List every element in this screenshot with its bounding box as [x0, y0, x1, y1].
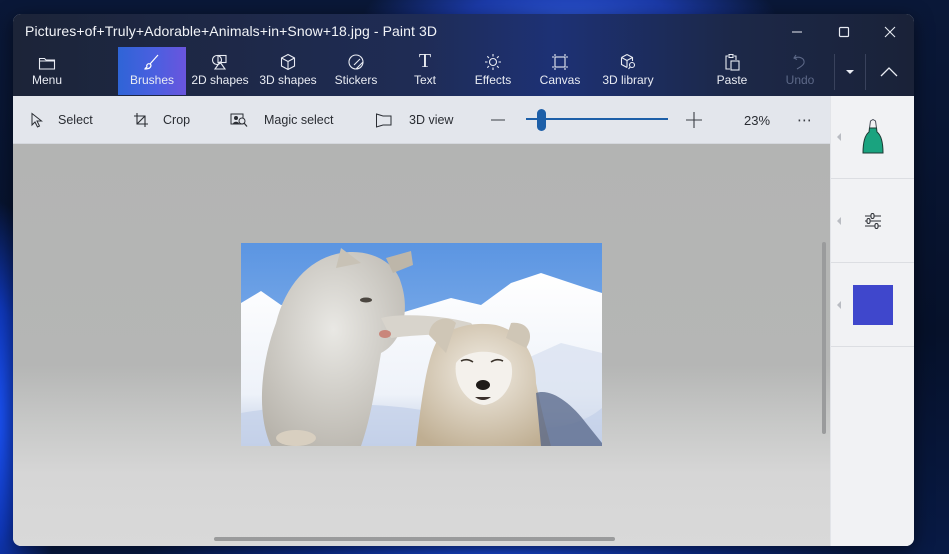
window-title: Pictures+of+Truly+Adorable+Animals+in+Sn… — [25, 23, 438, 39]
more-options-button[interactable]: ⋯ — [797, 96, 813, 144]
tab-canvas[interactable]: Canvas — [535, 47, 585, 95]
sun-icon — [484, 47, 502, 71]
3d-view-toggle[interactable]: 3D view — [375, 96, 453, 144]
caret-down-icon — [846, 70, 854, 74]
select-label: Select — [58, 113, 93, 127]
tab-stickers[interactable]: Stickers — [329, 47, 383, 95]
close-button[interactable] — [867, 18, 913, 46]
canvas-image[interactable] — [241, 243, 602, 446]
3d-library-icon — [619, 47, 637, 71]
tab-brushes[interactable]: Brushes — [118, 47, 186, 95]
plus-icon — [686, 112, 702, 128]
3d-view-icon — [375, 112, 393, 128]
maximize-button[interactable] — [821, 18, 867, 46]
color-swatch[interactable] — [853, 285, 893, 325]
tab-3d-library-label: 3D library — [602, 73, 654, 87]
text-glyph: T — [418, 50, 432, 72]
crop-tool[interactable]: Crop — [133, 96, 190, 144]
tab-effects[interactable]: Effects — [468, 47, 518, 95]
minus-icon — [491, 119, 505, 121]
brush-settings-cell[interactable] — [831, 180, 914, 263]
magic-select-label: Magic select — [264, 113, 334, 127]
horizontal-scrollbar[interactable] — [214, 537, 615, 541]
vertical-scrollbar[interactable] — [822, 242, 826, 434]
tab-brushes-label: Brushes — [129, 73, 175, 87]
canvas-workspace[interactable] — [13, 144, 830, 546]
tab-stickers-label: Stickers — [334, 73, 378, 87]
3d-view-label: 3D view — [409, 113, 454, 127]
title-bar: Pictures+of+Truly+Adorable+Animals+in+Sn… — [13, 14, 914, 96]
tab-3d-shapes[interactable]: 3D shapes — [256, 47, 320, 95]
history-dropdown-button[interactable] — [835, 54, 865, 90]
text-icon: T — [419, 47, 431, 71]
tab-3d-shapes-label: 3D shapes — [259, 73, 317, 87]
tab-2d-shapes[interactable]: 2D shapes — [188, 47, 252, 95]
menu-button[interactable]: Menu — [23, 47, 71, 95]
side-panel — [830, 96, 914, 546]
expand-caret-icon — [837, 217, 841, 225]
maximize-icon — [838, 26, 850, 38]
crop-label: Crop — [163, 113, 191, 127]
folder-icon — [38, 47, 56, 71]
minimize-button[interactable] — [774, 18, 820, 46]
cursor-icon — [30, 112, 44, 128]
magic-select-icon — [230, 112, 248, 128]
zoom-in-button[interactable] — [685, 96, 703, 144]
canvas-icon — [551, 47, 569, 71]
chevron-up-icon — [880, 67, 898, 77]
zoom-out-button[interactable] — [490, 96, 506, 144]
brush-preview-cell[interactable] — [831, 96, 914, 179]
marker-icon — [862, 119, 884, 154]
sliders-icon — [865, 213, 881, 229]
2d-shapes-icon — [211, 47, 229, 71]
zoom-slider[interactable] — [526, 108, 668, 132]
tab-effects-label: Effects — [474, 73, 512, 87]
tab-text-label: Text — [413, 73, 436, 87]
tab-canvas-label: Canvas — [539, 73, 581, 87]
cube-icon — [279, 47, 297, 71]
undo-button[interactable]: Undo — [778, 47, 822, 95]
brush-icon — [143, 47, 161, 71]
ribbon-divider — [865, 54, 866, 90]
menu-label: Menu — [31, 73, 63, 87]
clipboard-icon — [723, 47, 741, 71]
select-tool[interactable]: Select — [30, 96, 93, 144]
collapse-ribbon-button[interactable] — [869, 54, 909, 90]
tab-2d-shapes-label: 2D shapes — [191, 73, 249, 87]
expand-caret-icon — [837, 133, 841, 141]
magic-select-tool[interactable]: Magic select — [230, 96, 333, 144]
undo-icon — [791, 47, 809, 71]
zoom-slider-track — [526, 118, 668, 120]
sticker-icon — [347, 47, 365, 71]
zoom-slider-thumb[interactable] — [537, 109, 546, 131]
more-icon: ⋯ — [797, 112, 813, 129]
crop-icon — [133, 112, 149, 128]
husky-puppies-photo — [241, 243, 602, 446]
expand-caret-icon — [837, 301, 841, 309]
tool-bar: Select Crop Magic select 3D view 23% ⋯ — [13, 96, 830, 144]
tab-3d-library[interactable]: 3D library — [598, 47, 658, 95]
color-picker-cell[interactable] — [831, 264, 914, 347]
tab-text[interactable]: T Text — [403, 47, 447, 95]
minimize-icon — [792, 31, 802, 33]
paint3d-window: Pictures+of+Truly+Adorable+Animals+in+Sn… — [13, 14, 914, 546]
paste-button[interactable]: Paste — [710, 47, 754, 95]
undo-label: Undo — [785, 73, 815, 87]
paste-label: Paste — [716, 73, 748, 87]
close-icon — [884, 26, 896, 38]
zoom-percentage[interactable]: 23% — [744, 96, 770, 144]
